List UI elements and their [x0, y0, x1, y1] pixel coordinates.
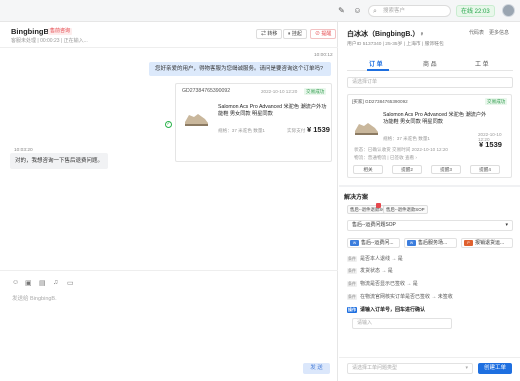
product-spec: 规格：37 米驼色 数量1 — [218, 128, 265, 133]
selected-order-card[interactable]: [买家] GD27384765390092 交易成功 Salomon Acs P… — [347, 94, 512, 178]
online-status[interactable]: 在线 22:03 ▾ — [456, 5, 495, 27]
send-button[interactable]: 发 送 — [303, 363, 330, 374]
read-check-icon: ✓ — [165, 121, 172, 128]
solution-title: 解决方案 — [344, 195, 369, 201]
image-icon[interactable]: ▣ — [25, 279, 32, 287]
sop-step: 条件 是否本人退线 → 是 — [347, 256, 403, 262]
message-input[interactable]: 发送给 BingbingB. — [12, 294, 57, 302]
sop-file[interactable]: P 报销退货运... — [461, 238, 513, 248]
order-card[interactable]: GD27384765390092 2022-10-10 12:20 交易成功 S… — [175, 83, 332, 162]
sop-chip[interactable]: 售后--退件退款SOP — [383, 205, 428, 214]
transfer-button[interactable]: ⇄ 转移 — [256, 29, 283, 39]
shoe-image — [355, 123, 378, 135]
tab-orders[interactable]: 订 单 — [369, 59, 383, 68]
order-status-badge: 交易成功 — [304, 88, 327, 95]
folder-icon[interactable]: ▤ — [39, 279, 46, 287]
ppt-icon: P — [464, 240, 473, 246]
code-table-link[interactable]: 代码表 — [469, 29, 484, 36]
section-divider — [339, 185, 520, 187]
sop-file[interactable]: W 售后--运费问... — [347, 238, 400, 248]
remind-button[interactable]: ⊘ 提醒 — [310, 29, 337, 39]
agent-message: 您好亲爱的用户，得物客服为您竭诚服务。请问是要咨询这个订单吗? — [149, 62, 331, 76]
top-bar: ✎ ☺ ⌕ 搜索客户 在线 22:03 ▾ — [0, 0, 520, 27]
sop-step: 条件 在物流官网核实订单是否已签收 → 未签收 — [347, 294, 453, 300]
order-number: GD27384765390092 — [182, 88, 231, 94]
hangup-button[interactable]: ⏸ 挂起 — [283, 29, 307, 39]
customer-info: 用户ID 5137340 | 25-35岁 | 上海市 | 服饰鞋包 — [347, 42, 444, 47]
agent-avatar[interactable] — [502, 4, 515, 17]
order-number-input[interactable]: 请输入 — [352, 318, 452, 329]
more-info-link[interactable]: 更多信息 — [489, 29, 509, 36]
chevron-down-icon: ▾ — [505, 222, 508, 228]
tab-products[interactable]: 商 品 — [423, 59, 437, 68]
chat-icon[interactable]: ☺ — [353, 6, 362, 15]
search-input[interactable]: ⌕ 搜索客户 — [368, 5, 451, 17]
chat-header: BingbingB. 售前咨询 客服未处理 | 00:00:23 | 正在输入.… — [0, 22, 338, 48]
chevron-down-icon: ▾ — [465, 365, 468, 371]
ticket-type-select[interactable]: 请选择工单问题类型 ▾ — [347, 363, 473, 374]
customer-name: BingbingB. — [11, 27, 51, 36]
order-meta: 状态：已确认收货 交易时间 2022-10-10 12:20 — [354, 147, 448, 152]
sop-file[interactable]: W 售后服务场... — [404, 238, 457, 248]
order-action-3[interactable]: 提醒3 — [431, 165, 461, 174]
sop-step: 条件 物流是否显示已签收 → 是 — [347, 281, 418, 287]
order-action-4[interactable]: 提醒4 — [470, 165, 500, 174]
product-title: Salomon Acs Pro Advanced 米驼色 潮流户外功能鞋 男女同… — [218, 104, 327, 117]
order-action-2[interactable]: 提醒2 — [392, 165, 422, 174]
product-price: ¥ 1539 — [479, 140, 502, 149]
order-action-related[interactable]: 相关 — [353, 165, 383, 174]
message-time: 10:00:12 — [314, 53, 333, 58]
order-date: 2022-10-10 12:20 — [261, 89, 298, 94]
chat-panel: BingbingB. 售前咨询 客服未处理 | 00:00:23 | 正在输入.… — [0, 22, 338, 381]
search-icon: ⌕ — [373, 8, 377, 15]
status-label: 在线 22:03 — [461, 9, 490, 15]
current-step: 操作 请输入订单号，回车进行确认 — [347, 307, 426, 313]
notice-badge-icon — [376, 203, 381, 208]
order-select[interactable]: 请选择订单 — [347, 77, 513, 88]
emoji-icon[interactable]: ☺ — [12, 279, 19, 286]
product-price: ¥ 1539 — [307, 125, 330, 134]
message-composer: ☺ ▣ ▤ ♫ ▭ 发送给 BingbingB. — [0, 270, 338, 381]
session-tag: 售前咨询 — [48, 28, 73, 35]
file-icon[interactable]: ▭ — [67, 279, 74, 287]
create-ticket-button[interactable]: 创建工单 — [478, 363, 512, 374]
footer-divider — [339, 357, 520, 358]
logistics-meta[interactable]: 物流：普通物流 | 已签收 查看 › — [354, 155, 417, 161]
paid-label: 实际支付 — [287, 128, 306, 133]
doc-icon: W — [407, 240, 416, 246]
user-message: 对的，我想咨询一下售后退费问题。 — [10, 153, 108, 169]
customer-fullname: 白冰冰（BingbingB.）♀ — [347, 31, 425, 38]
product-title: Salomon Acs Pro Advanced 米驼色 潮流户外功能鞋 男女同… — [383, 112, 487, 125]
order-header: [买家] GD27384765390092 — [352, 99, 408, 104]
sop-step: 条件 发货状态 → 是 — [347, 268, 393, 274]
edit-icon[interactable]: ✎ — [337, 6, 346, 15]
sop-select[interactable]: 售后--运费问题SOP ▾ — [347, 220, 513, 231]
product-spec: 规格：37 米驼色 数量1 — [383, 136, 430, 141]
tab-tickets[interactable]: 工 单 — [475, 59, 489, 68]
bell-icon[interactable]: ♫ — [53, 279, 58, 286]
active-tab-indicator — [367, 69, 389, 71]
order-status-badge: 交易成功 — [485, 98, 508, 105]
shoe-image — [185, 114, 208, 126]
session-meta: 客服未处理 | 00:00:23 | 正在输入... — [11, 38, 88, 44]
doc-icon: W — [350, 240, 359, 246]
customer-tabs: 订 单 商 品 工 单 — [347, 58, 513, 71]
